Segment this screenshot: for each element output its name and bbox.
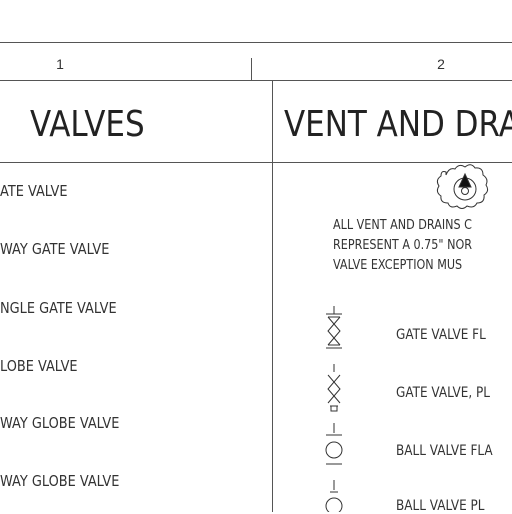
gate-valve-plugged-icon [327, 364, 341, 412]
legend-label: GATE VALVE, PL [396, 385, 490, 401]
vent-drain-note-line: ALL VENT AND DRAINS C [333, 218, 472, 233]
drawing-sheet: 1 2 VALVES VENT AND DRA ATE VALVE WAY GA… [0, 0, 512, 514]
legend-label: GATE VALVE FL [396, 327, 486, 343]
valves-heading: VALVES [30, 104, 145, 145]
note-cloud-icon [436, 164, 489, 209]
gate-valve-flanged-icon [326, 306, 342, 349]
column-number-1: 1 [56, 56, 64, 72]
legend-label: BALL VALVE FLA [396, 443, 493, 459]
column-number-separator [251, 58, 252, 80]
valve-list-item: NGLE GATE VALVE [0, 299, 117, 317]
column-number-divider [0, 80, 512, 81]
section-divider [272, 80, 273, 512]
valve-list-item: WAY GLOBE VALVE [0, 472, 120, 490]
valve-list-item: LOBE VALVE [0, 357, 78, 375]
ball-valve-flanged-icon [325, 423, 343, 465]
ball-valve-plugged-icon [325, 480, 343, 512]
column-number-2: 2 [437, 56, 445, 72]
valve-list-item: WAY GLOBE VALVE [0, 414, 120, 432]
vent-drain-note-line: REPRESENT A 0.75" NOR [333, 238, 473, 253]
valve-list-item: ATE VALVE [0, 182, 68, 200]
top-border-line [0, 42, 512, 43]
valve-list-item: WAY GATE VALVE [0, 240, 110, 258]
vent-drains-heading: VENT AND DRA [284, 104, 512, 145]
vent-drain-note-line: VALVE EXCEPTION MUS [333, 258, 463, 273]
